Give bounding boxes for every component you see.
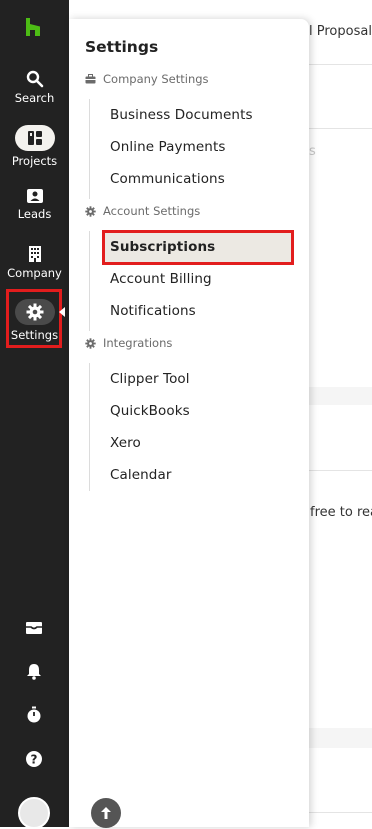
background-band [300,387,372,405]
menu-item-quickbooks[interactable]: QuickBooks [105,396,291,426]
help-icon[interactable]: ? [24,749,44,769]
group-company-settings-label: Company Settings [103,72,209,86]
houzz-logo-icon[interactable] [24,18,42,36]
nav-projects[interactable]: Projects [0,125,69,168]
group-divider-line [89,231,90,331]
group-account-settings-label: Account Settings [103,204,201,218]
menu-item-business-documents[interactable]: Business Documents [105,100,291,130]
group-integrations: Integrations [85,336,172,350]
projects-icon [27,131,42,145]
scroll-to-top-button[interactable] [91,798,121,828]
background-divider [300,812,372,813]
group-integrations-label: Integrations [103,336,173,350]
panel-title: Settings [85,38,159,56]
background-band [300,728,372,748]
timer-icon[interactable] [24,705,44,725]
projects-pill [14,125,55,151]
group-divider-line [89,363,90,491]
group-divider-line [89,99,90,199]
background-divider [300,128,372,129]
background-divider [300,64,372,65]
flyout-pointer [59,307,65,317]
background-proposal-text: l Proposal [309,24,372,39]
gear-icon [85,205,96,217]
nav-leads-label: Leads [17,207,52,221]
nav-search[interactable]: Search [0,70,69,105]
search-icon [26,70,43,88]
settings-highlight-box [6,289,62,348]
menu-item-online-payments[interactable]: Online Payments [105,132,291,162]
nav-projects-label: Projects [11,154,58,168]
group-account-settings: Account Settings [85,204,200,218]
nav-search-label: Search [14,91,55,105]
menu-item-calendar[interactable]: Calendar [105,460,291,490]
left-nav-rail: Search Projects Leads Company Settings ? [0,0,69,829]
settings-flyout: Settings Company Settings Business Docum… [69,19,309,828]
nav-leads[interactable]: Leads [0,188,69,221]
gear-icon [85,337,96,349]
background-free-text: free to rea [310,505,372,520]
subscriptions-highlight-box [102,230,294,265]
group-company-settings: Company Settings [85,72,209,86]
nav-company[interactable]: Company [0,245,69,280]
bell-icon[interactable] [24,661,44,681]
leads-icon [26,189,43,203]
menu-item-communications[interactable]: Communications [105,164,291,194]
avatar[interactable] [18,797,50,829]
svg-text:?: ? [31,753,38,767]
background-faded-text: s [309,144,316,159]
background-divider [300,470,372,471]
arrow-up-icon [101,807,111,819]
nav-company-label: Company [7,266,62,280]
menu-item-clipper-tool[interactable]: Clipper Tool [105,364,291,394]
briefcase-icon [85,74,96,84]
company-icon [28,246,41,262]
menu-item-xero[interactable]: Xero [105,428,291,458]
menu-item-account-billing[interactable]: Account Billing [105,264,291,294]
inbox-icon[interactable] [24,618,44,638]
menu-item-notifications[interactable]: Notifications [105,296,291,326]
